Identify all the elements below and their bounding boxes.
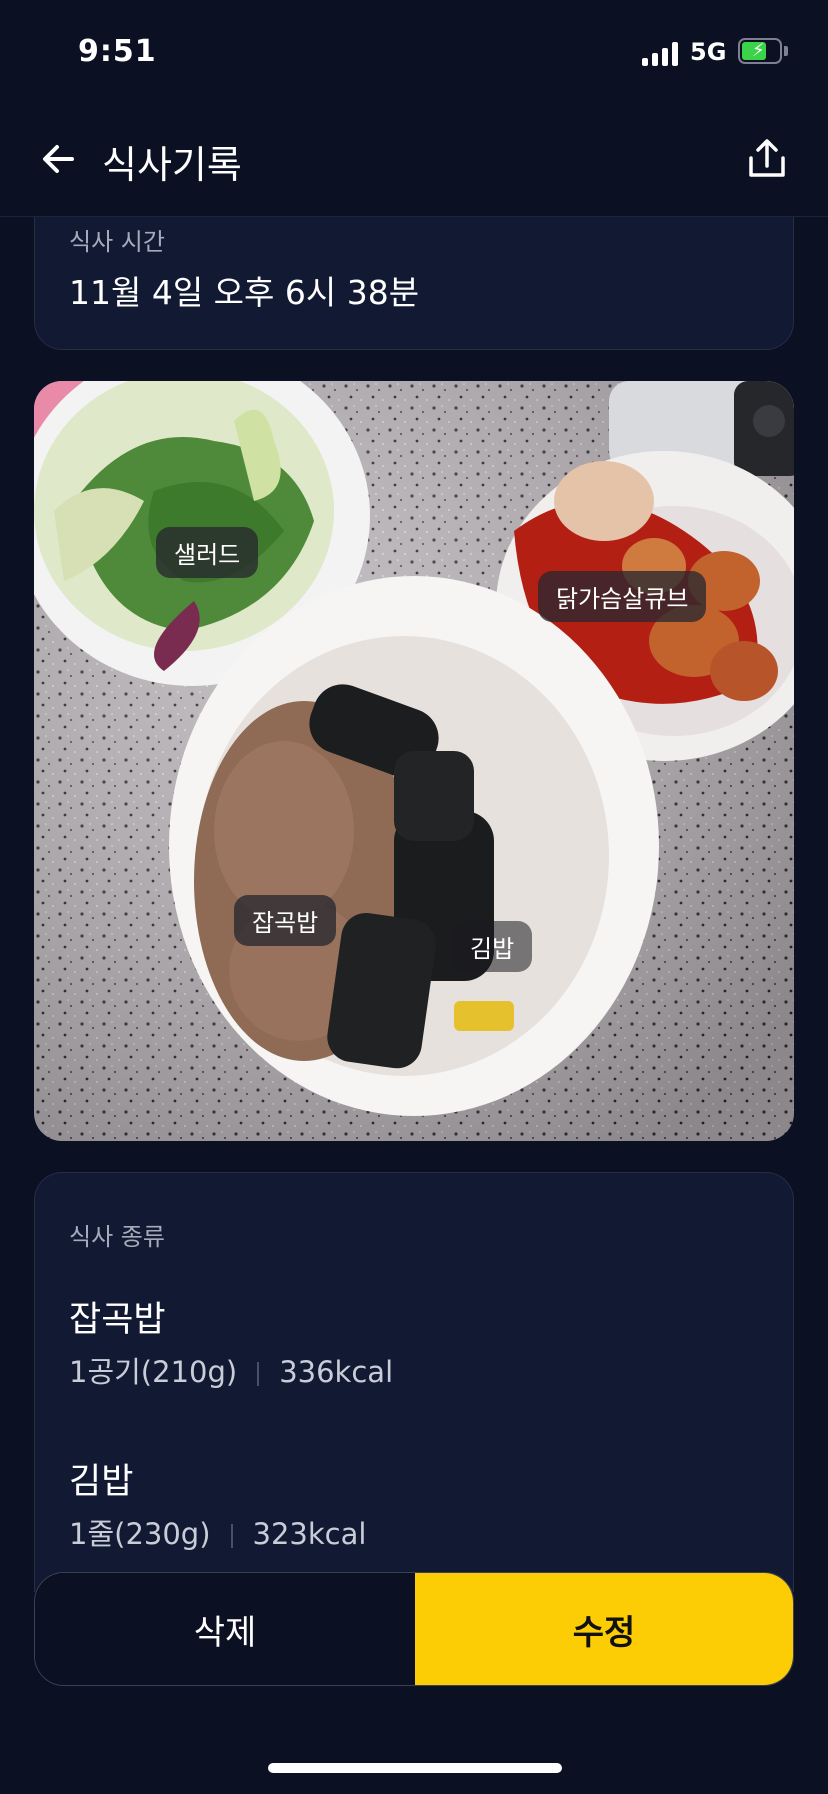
- food-item-name[interactable]: 김밥: [69, 1453, 133, 1504]
- battery-tip: [784, 46, 788, 56]
- food-tag-chicken-breast-cube[interactable]: 닭가슴살큐브: [538, 571, 707, 622]
- share-icon[interactable]: [744, 136, 790, 182]
- arrow-left-icon[interactable]: [36, 136, 82, 182]
- status-bar: 9:51 5G ⚡: [0, 0, 828, 100]
- bottom-action-bar: 삭제 수정: [34, 1572, 794, 1686]
- food-item-detail: 1공기(210g) 336kcal: [69, 1349, 393, 1391]
- food-tag-multigrain-rice[interactable]: 잡곡밥: [234, 895, 337, 946]
- food-item-calories: 323kcal: [252, 1517, 367, 1551]
- meal-time-label: 식사 시간: [69, 228, 165, 256]
- edit-button[interactable]: 수정: [415, 1573, 793, 1685]
- food-item-detail: 1줄(230g) 323kcal: [69, 1511, 366, 1553]
- divider: [257, 1362, 260, 1386]
- cellular-signal-icon: [642, 42, 680, 66]
- food-item-portion: 1줄(230g): [69, 1517, 211, 1551]
- food-item-name[interactable]: 잡곡밥: [69, 1291, 166, 1342]
- meal-type-label: 식사 종류: [69, 1223, 165, 1251]
- battery-icon: ⚡: [738, 38, 782, 64]
- food-tag-kimbap[interactable]: 김밥: [452, 921, 533, 972]
- divider: [230, 1524, 233, 1548]
- nav-bar: 식사기록: [0, 100, 828, 217]
- food-item-portion: 1공기(210g): [69, 1355, 238, 1389]
- meal-photo[interactable]: 샐러드 닭가슴살큐브 잡곡밥 김밥: [34, 381, 794, 1141]
- page-title: 식사기록: [102, 143, 242, 187]
- network-type: 5G: [690, 38, 727, 66]
- status-time: 9:51: [78, 34, 157, 69]
- home-indicator[interactable]: [268, 1763, 562, 1773]
- food-item-calories: 336kcal: [279, 1355, 394, 1389]
- meal-type-card: 식사 종류 잡곡밥 1공기(210g) 336kcal 김밥 1줄(230g) 32…: [34, 1172, 794, 1592]
- meal-photo-image: [34, 381, 794, 1141]
- delete-button[interactable]: 삭제: [35, 1573, 415, 1685]
- food-tag-salad[interactable]: 샐러드: [156, 527, 259, 578]
- meal-time-value: 11월 4일 오후 6시 38분: [69, 273, 420, 312]
